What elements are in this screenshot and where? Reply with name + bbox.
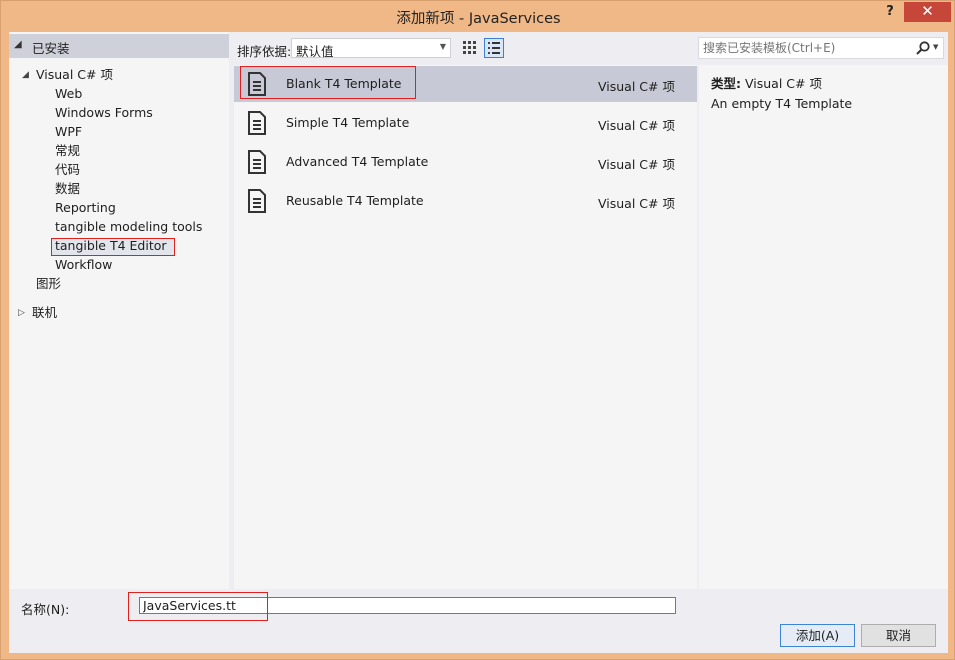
document-icon [248, 72, 266, 96]
template-name: Advanced T4 Template [286, 154, 429, 169]
sort-value: 默认值 [296, 44, 334, 59]
installed-label: 已安装 [32, 41, 70, 56]
tree-node-graphics[interactable]: 图形 [36, 275, 61, 293]
details-type-key: 类型: [711, 76, 741, 91]
help-button[interactable]: ? [881, 4, 899, 24]
collapsed-triangle-icon: ▷ [18, 308, 25, 318]
template-name: Blank T4 Template [286, 76, 402, 91]
tree-node-reporting[interactable]: Reporting [55, 199, 116, 217]
chevron-down-icon: ▼ [439, 42, 446, 51]
tree-node-windows-forms[interactable]: Windows Forms [55, 104, 153, 122]
list-view-icon[interactable] [484, 38, 504, 58]
expanded-triangle-icon: ◢ [22, 70, 29, 80]
template-name: Simple T4 Template [286, 115, 410, 130]
chevron-down-icon[interactable]: ▼ [933, 43, 938, 51]
close-button[interactable]: ✕ [904, 2, 951, 22]
tree-node-data[interactable]: 数据 [55, 180, 80, 198]
template-type: Visual C# 项 [598, 196, 675, 211]
tree-node-label: Visual C# 项 [36, 67, 113, 82]
list-item-reusable-t4-template[interactable]: Reusable T4 Template Visual C# 项 [234, 183, 697, 219]
template-type: Visual C# 项 [598, 79, 675, 94]
tree-node-tangible-modeling-tools[interactable]: tangible modeling tools [55, 218, 202, 236]
details-description: An empty T4 Template [711, 96, 853, 111]
template-type: Visual C# 项 [598, 157, 675, 172]
search-box: ▼ [698, 37, 944, 59]
template-name: Reusable T4 Template [286, 193, 424, 208]
details-type-row: 类型: Visual C# 项 [711, 73, 822, 92]
tree-node-web[interactable]: Web [55, 85, 82, 103]
tree-installed-header[interactable]: ◢ 已安装 [9, 34, 229, 58]
name-label: 名称(N): [21, 602, 70, 617]
grid-view-icon[interactable] [461, 39, 479, 57]
list-item-blank-t4-template[interactable]: Blank T4 Template Visual C# 项 [234, 66, 697, 102]
search-icon[interactable] [915, 40, 931, 56]
tree-node-tangible-t4-editor[interactable]: tangible T4 Editor [55, 237, 167, 255]
category-tree: ◢ 已安装 ◢ Visual C# 项 Web Windows Forms WP… [9, 32, 229, 589]
search-input[interactable] [703, 40, 909, 56]
list-item-simple-t4-template[interactable]: Simple T4 Template Visual C# 项 [234, 105, 697, 141]
add-button[interactable]: 添加(A) [780, 624, 855, 647]
dialog-body: ◢ 已安装 ◢ Visual C# 项 Web Windows Forms WP… [9, 32, 948, 653]
window-title: 添加新项 - JavaServices [396, 11, 561, 27]
dialog-window: 添加新项 - JavaServices ? ✕ ◢ 已安装 ◢ Visual C… [0, 0, 955, 660]
sort-dropdown[interactable]: 默认值 ▼ [291, 38, 451, 59]
title-bar[interactable]: 添加新项 - JavaServices ? ✕ [1, 1, 955, 31]
tree-node-visual-csharp[interactable]: ◢ Visual C# 项 [22, 66, 113, 84]
cancel-button[interactable]: 取消 [861, 624, 936, 647]
tree-node-wpf[interactable]: WPF [55, 123, 82, 141]
list-item-advanced-t4-template[interactable]: Advanced T4 Template Visual C# 项 [234, 144, 697, 180]
details-pane: 类型: Visual C# 项 An empty T4 Template [699, 65, 948, 589]
tree-node-online[interactable]: ▷ 联机 [18, 304, 58, 322]
collapse-triangle-icon: ◢ [14, 39, 22, 50]
template-type: Visual C# 项 [598, 118, 675, 133]
details-type-value: Visual C# 项 [744, 76, 822, 91]
document-icon [248, 150, 266, 174]
tree-node-code[interactable]: 代码 [55, 161, 80, 179]
name-highlight-box [128, 592, 268, 621]
tree-node-general[interactable]: 常规 [55, 142, 80, 160]
document-icon [248, 111, 266, 135]
sort-label: 排序依据: [237, 44, 292, 59]
tree-node-label: 联机 [32, 305, 58, 320]
document-icon [248, 189, 266, 213]
tree-node-workflow[interactable]: Workflow [55, 256, 112, 274]
sort-toolbar: 排序依据: 默认值 ▼ [237, 38, 697, 60]
template-list: Blank T4 Template Visual C# 项 Simple T4 … [234, 65, 697, 589]
